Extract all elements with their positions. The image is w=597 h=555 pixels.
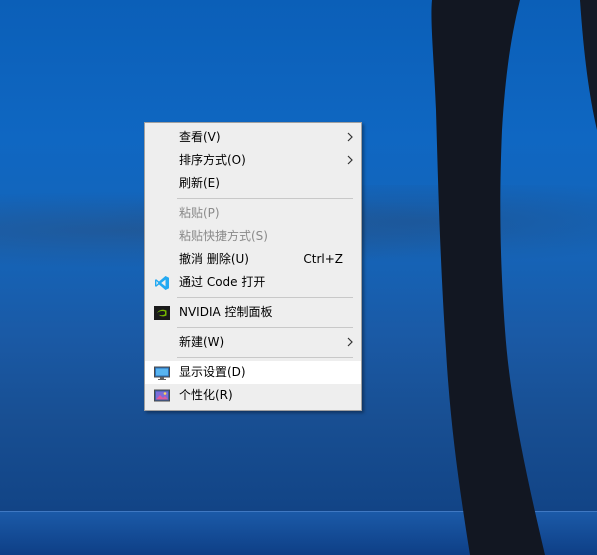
menu-item-label: 查看(V): [179, 130, 221, 144]
menu-item-label: 粘贴(P): [179, 206, 220, 220]
menu-separator: [177, 198, 353, 199]
menu-item-personalize[interactable]: 个性化(R): [145, 384, 361, 407]
personalize-icon: [154, 389, 170, 402]
vscode-icon: [155, 276, 169, 290]
menu-item-paste-shortcut[interactable]: 粘贴快捷方式(S): [145, 225, 361, 248]
display-settings-icon: [154, 366, 170, 380]
menu-item-label: 粘贴快捷方式(S): [179, 229, 268, 243]
menu-item-view[interactable]: 查看(V): [145, 126, 361, 149]
menu-separator: [177, 327, 353, 328]
menu-item-label: 通过 Code 打开: [179, 275, 266, 289]
chevron-right-icon: [347, 132, 353, 142]
menu-item-label: 新建(W): [179, 335, 225, 349]
chevron-right-icon: [347, 155, 353, 165]
menu-item-sort-by[interactable]: 排序方式(O): [145, 149, 361, 172]
menu-item-undo-delete[interactable]: 撤消 删除(U) Ctrl+Z: [145, 248, 361, 271]
menu-item-label: NVIDIA 控制面板: [179, 305, 273, 319]
menu-item-open-with-code[interactable]: 通过 Code 打开: [145, 271, 361, 294]
menu-item-new[interactable]: 新建(W): [145, 331, 361, 354]
menu-item-label: 排序方式(O): [179, 153, 246, 167]
menu-item-display-settings[interactable]: 显示设置(D): [145, 361, 361, 384]
menu-item-label: 撤消 删除(U): [179, 252, 249, 266]
menu-separator: [177, 357, 353, 358]
menu-item-label: 显示设置(D): [179, 365, 246, 379]
menu-item-nvidia-control-panel[interactable]: NVIDIA 控制面板: [145, 301, 361, 324]
menu-separator: [177, 297, 353, 298]
nvidia-icon: [154, 306, 170, 320]
desktop-context-menu: 查看(V) 排序方式(O) 刷新(E) 粘贴(P) 粘贴快捷方式(S) 撤消 删…: [144, 122, 362, 411]
menu-item-label: 刷新(E): [179, 176, 220, 190]
menu-item-label: 个性化(R): [179, 388, 233, 402]
menu-item-shortcut: Ctrl+Z: [303, 252, 343, 266]
menu-item-paste[interactable]: 粘贴(P): [145, 202, 361, 225]
menu-item-refresh[interactable]: 刷新(E): [145, 172, 361, 195]
chevron-right-icon: [347, 337, 353, 347]
